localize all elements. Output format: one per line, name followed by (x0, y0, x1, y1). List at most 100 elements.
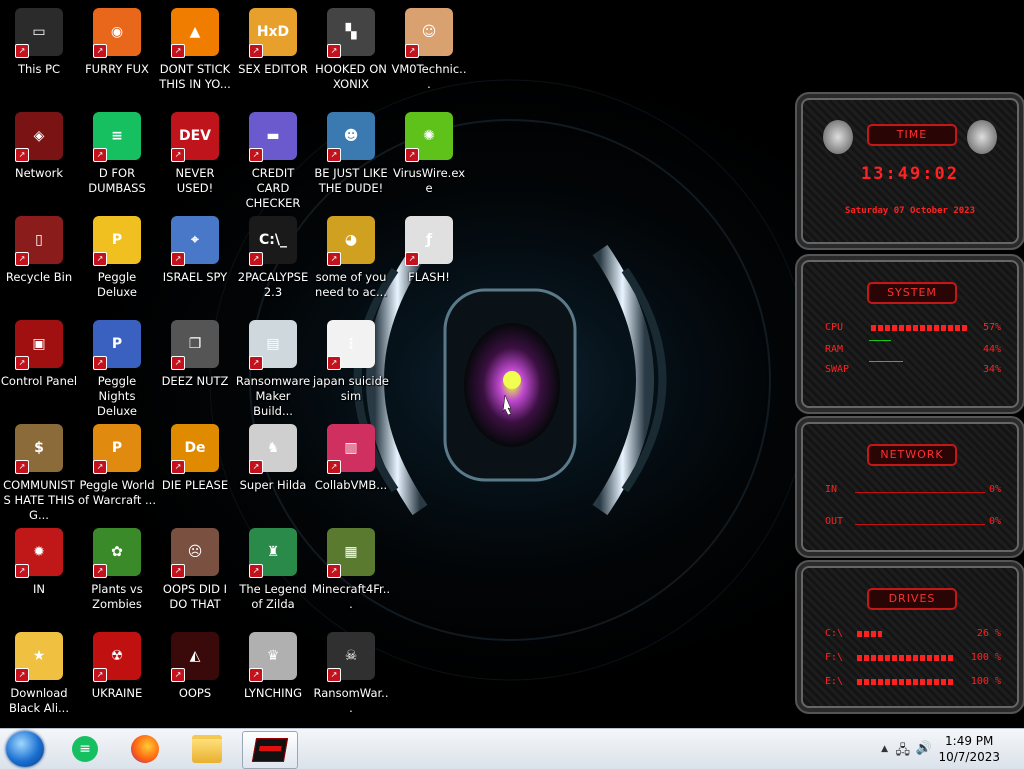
drive-label: E:\ (825, 676, 844, 687)
desktop-icon-label: Super Hilda (239, 478, 307, 492)
desktop-icon[interactable]: ▣ ↗ Control Panel (0, 316, 78, 420)
desktop-icon[interactable]: ▦ ↗ Minecraft4Fr... (312, 524, 390, 628)
clock-date: 10/7/2023 (938, 750, 1000, 764)
network-title: NETWORK (867, 444, 957, 466)
desktop-icon[interactable]: De ↗ DIE PLEASE (156, 420, 234, 524)
desktop-icon[interactable]: ☠ ↗ RansomWar... (312, 628, 390, 732)
taskbar-file-explorer[interactable] (180, 731, 234, 767)
time-gadget[interactable]: TIME 13:49:02 Saturday 07 October 2023 (795, 92, 1024, 250)
time-title: TIME (867, 124, 957, 146)
network-tray-icon[interactable]: 🖧 (896, 741, 911, 763)
folder-icon (192, 735, 222, 763)
desktop-icon-label: IN (33, 582, 45, 596)
notes-app-icon: ≡ (72, 736, 98, 762)
desktop-icon-label: Peggle World of Warcraft ... (78, 478, 156, 507)
shortcut-arrow-icon: ↗ (171, 668, 185, 682)
shortcut-arrow-icon: ↗ (249, 356, 263, 370)
desktop-icon[interactable]: ♛ ↗ LYNCHING (234, 628, 312, 732)
shortcut-arrow-icon: ↗ (327, 460, 341, 474)
desktop-icon[interactable]: ⌖ ↗ ISRAEL SPY (156, 212, 234, 316)
desktop-icon[interactable]: ♜ ↗ The Legend of Zilda (234, 524, 312, 628)
desktop-icon[interactable]: DEV ↗ NEVER USED! (156, 108, 234, 212)
desktop-icon[interactable]: ✺ ↗ VirusWire.exe (390, 108, 468, 212)
desktop-icon-label: SEX EDITOR (238, 62, 308, 76)
desktop-icon[interactable]: P ↗ Peggle Deluxe (78, 212, 156, 316)
desktop-icon[interactable]: ☹ ↗ OOPS DID I DO THAT (156, 524, 234, 628)
shortcut-arrow-icon: ↗ (327, 44, 341, 58)
desktop-icon[interactable]: P ↗ Peggle World of Warcraft ... (78, 420, 156, 524)
desktop-icon[interactable]: ⋮ ↗ japan suicide sim (312, 316, 390, 420)
desktop-icon[interactable]: ◉ ↗ FURRY FUX (78, 4, 156, 108)
shortcut-arrow-icon: ↗ (93, 668, 107, 682)
desktop-icon[interactable]: ≡ ↗ D FOR DUMBASS (78, 108, 156, 212)
desktop-icon[interactable]: ƒ ↗ FLASH! (390, 212, 468, 316)
desktop-icon-label: FLASH! (408, 270, 450, 284)
shortcut-arrow-icon: ↗ (93, 356, 107, 370)
drives-gadget[interactable]: DRIVES C:\ 26 % F:\ 100 % E:\ 100 % (795, 560, 1024, 714)
taskbar-firefox[interactable] (118, 731, 172, 767)
desktop-icon[interactable]: ♞ ↗ Super Hilda (234, 420, 312, 524)
shortcut-arrow-icon: ↗ (405, 148, 419, 162)
shortcut-arrow-icon: ↗ (405, 252, 419, 266)
desktop-icon[interactable]: ▬ ↗ CREDIT CARD CHECKER (234, 108, 312, 212)
desktop-icon[interactable]: ▭ ↗ This PC (0, 4, 78, 108)
taskbar-notes-app[interactable]: ≡ (58, 731, 112, 767)
desktop-icon[interactable]: ▤ ↗ Ransomware Maker Build... (234, 316, 312, 420)
volume-tray-icon[interactable]: 🔊 (916, 741, 932, 756)
rgb-app-icon (251, 738, 289, 762)
start-button[interactable] (6, 731, 44, 767)
desktop-icon[interactable]: $ ↗ COMMUNISTS HATE THIS G... (0, 420, 78, 524)
alien-logo-left-icon (823, 120, 853, 154)
taskbar-clock[interactable]: 1:49 PM 10/7/2023 (938, 733, 1000, 765)
network-gadget[interactable]: NETWORK IN 0% OUT 0% (795, 416, 1024, 558)
drive-value: 26 % (976, 628, 1001, 639)
drive-label: C:\ (825, 628, 844, 639)
desktop-icon[interactable]: ◭ ↗ OOPS (156, 628, 234, 732)
ram-label: RAM (825, 344, 844, 355)
desktop-icon[interactable]: ✿ ↗ Plants vs Zombies (78, 524, 156, 628)
shortcut-arrow-icon: ↗ (93, 252, 107, 266)
shortcut-arrow-icon: ↗ (15, 460, 29, 474)
shortcut-arrow-icon: ↗ (15, 564, 29, 578)
system-title: SYSTEM (867, 282, 957, 304)
desktop-icon-label: DEEZ NUTZ (161, 374, 229, 388)
desktop-icon[interactable]: ▲ ↗ DONT STICK THIS IN YO... (156, 4, 234, 108)
desktop-icon[interactable]: ✹ ↗ IN (0, 524, 78, 628)
taskbar-rgb-app[interactable] (242, 731, 298, 769)
desktop-icon-label: UKRAINE (91, 686, 143, 700)
show-hidden-icons-chevron-icon[interactable]: ▲ (881, 744, 888, 754)
drive-label: F:\ (825, 652, 844, 663)
shortcut-arrow-icon: ↗ (15, 148, 29, 162)
desktop-icon[interactable]: ▚ ↗ HOOKED ON XONIX (312, 4, 390, 108)
desktop-icon-label: VM0Technic... (391, 62, 467, 91)
desktop-icon-label: HOOKED ON XONIX (315, 62, 387, 91)
shortcut-arrow-icon: ↗ (93, 148, 107, 162)
desktop-icon-label: Network (14, 166, 64, 180)
taskbar: ≡ ▲ 🖧 🔊 1:49 PM 10/7/2023 (0, 728, 1024, 769)
desktop-icon-label: DIE PLEASE (161, 478, 229, 492)
shortcut-arrow-icon: ↗ (327, 356, 341, 370)
desktop-icon[interactable]: ❐ ↗ DEEZ NUTZ (156, 316, 234, 420)
desktop-icon[interactable]: C:\_ ↗ 2PACALYPSE 2.3 (234, 212, 312, 316)
desktop-icon[interactable]: ☺ ↗ VM0Technic... (390, 4, 468, 108)
desktop-icon[interactable]: ☢ ↗ UKRAINE (78, 628, 156, 732)
desktop-icon-label: CREDIT CARD CHECKER (245, 166, 301, 210)
swap-label: SWAP (825, 364, 850, 375)
system-gadget[interactable]: SYSTEM CPU 57% RAM 44% SWAP 34% (795, 254, 1024, 414)
desktop-icon[interactable]: ★ ↗ Download Black Ali... (0, 628, 78, 732)
desktop-icon[interactable]: HxD ↗ SEX EDITOR (234, 4, 312, 108)
desktop-icon[interactable]: ▯ ↗ Recycle Bin (0, 212, 78, 316)
desktop-icon-label: RansomWar... (313, 686, 389, 715)
desktop-icon[interactable]: ◈ ↗ Network (0, 108, 78, 212)
shortcut-arrow-icon: ↗ (249, 460, 263, 474)
shortcut-arrow-icon: ↗ (405, 44, 419, 58)
shortcut-arrow-icon: ↗ (93, 44, 107, 58)
desktop-icon-label: FURRY FUX (85, 62, 149, 76)
desktop-icon[interactable]: P ↗ Peggle Nights Deluxe (78, 316, 156, 420)
desktop-icon[interactable]: ▥ ↗ CollabVMB... (312, 420, 390, 524)
drive-usage-bar (857, 655, 953, 661)
desktop-icon[interactable]: ☻ ↗ BE JUST LIKE THE DUDE! (312, 108, 390, 212)
firefox-icon (131, 735, 159, 763)
desktop-icon-label: Plants vs Zombies (91, 582, 143, 611)
desktop-icon[interactable]: ◕ ↗ some of you need to ac... (312, 212, 390, 316)
